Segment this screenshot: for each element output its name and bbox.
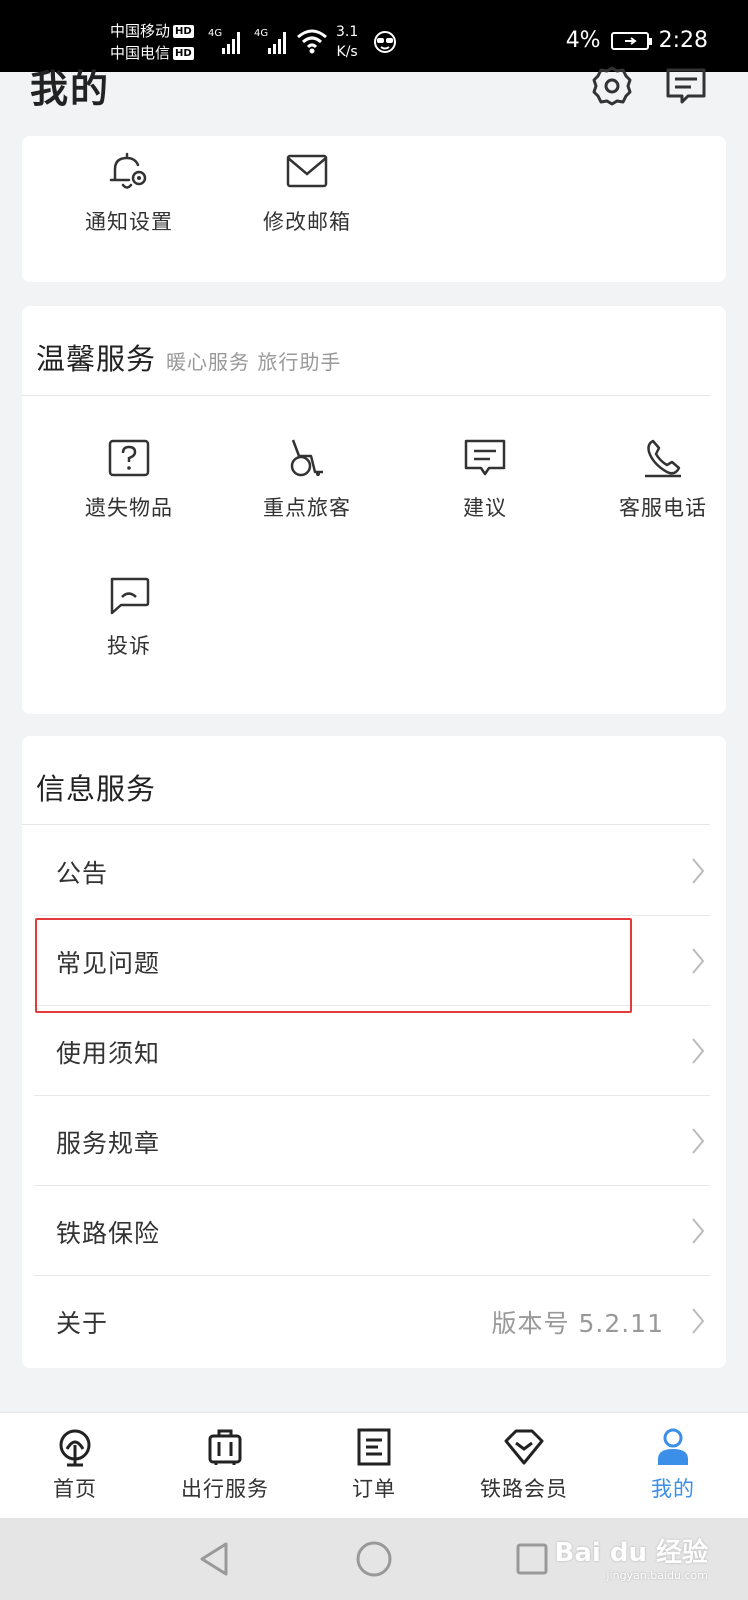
divider [22,824,710,825]
envelope-icon [286,154,328,188]
tab-railway-member[interactable]: 铁路会员 [449,1427,599,1503]
divider [22,395,710,396]
user-icon [658,1428,688,1465]
battery-icon [610,31,652,50]
tab-label: 首页 [53,1477,97,1501]
version-number: 版本号 5.2.11 [491,1309,664,1338]
chevron-right-icon [692,858,705,884]
chevron-right-icon [692,1128,705,1154]
chevron-right-icon [692,948,705,974]
watermark-text: Bai du 经验 [554,1538,709,1568]
page-title: 我的 [30,67,111,111]
wifi-icon [297,29,327,54]
tab-home[interactable]: 首页 [0,1427,150,1503]
status-right: 4% 2:28 [566,28,708,53]
tab-travel-service[interactable]: 出行服务 [150,1427,300,1503]
row-label: 铁路保险 [56,1219,161,1248]
row-label: 使用须知 [56,1039,161,1068]
notification-settings-item[interactable]: 通知设置 [44,150,214,236]
hd-badge: HD [173,47,194,60]
priority-passenger-label: 重点旅客 [263,496,351,520]
suggestion-icon [464,439,506,476]
tab-orders[interactable]: 订单 [299,1427,449,1503]
clock: 2:28 [658,28,708,53]
chevron-right-icon [692,1038,705,1064]
question-box-icon [108,439,150,477]
railway-logo-icon [59,1429,91,1467]
list-row-announcement[interactable]: 公告 [34,826,710,916]
carrier-info: 中国移动 HD 中国电信 HD [110,20,194,64]
change-email-item[interactable]: 修改邮箱 [222,150,392,236]
order-icon [357,1428,391,1466]
home-circle-icon[interactable] [355,1540,393,1578]
tab-mine[interactable]: 我的 [598,1427,748,1503]
row-label: 公告 [56,859,109,888]
recent-apps-square-icon[interactable] [514,1540,550,1578]
network-type-1: 4G [208,28,223,39]
tab-label: 铁路会员 [480,1477,568,1501]
phone-icon [645,439,681,478]
message-icon[interactable] [664,64,708,108]
network-type-2: 4G [254,28,269,39]
info-service-title: 信息服务 [36,772,157,806]
back-triangle-icon[interactable] [196,1540,232,1578]
bell-gear-icon [109,152,147,189]
lost-items-label: 遗失物品 [85,496,173,520]
list-row-railway-insurance[interactable]: 铁路保险 [34,1186,710,1276]
baidu-jingyan-watermark: Bai du 经验 jingyan.baidu.com [555,1532,709,1582]
complaint-label: 投诉 [107,634,151,658]
carrier-2: 中国电信 [110,44,171,62]
list-row-service-rules[interactable]: 服务规章 [34,1096,710,1186]
tab-label: 出行服务 [181,1477,269,1501]
settings-card: 通知设置 修改邮箱 [22,136,726,282]
row-label: 服务规章 [56,1129,161,1158]
row-label: 关于 [56,1309,109,1338]
speed-unit: K/s [336,44,358,60]
list-row-about[interactable]: 关于 版本号 5.2.11 [34,1276,710,1366]
change-email-label: 修改邮箱 [263,210,351,234]
info-service-card: 信息服务 公告 常见问题 使用须知 服务规章 铁路保险 关于 版本号 5.2.1… [22,736,726,1368]
speed-value: 3.1 [336,24,359,40]
customer-service-phone-label: 客服电话 [619,496,707,520]
carrier-1: 中国移动 [110,22,171,40]
hd-badge: HD [173,25,194,38]
list-row-usage-notice[interactable]: 使用须知 [34,1006,710,1096]
chevron-right-icon [692,1308,705,1334]
suggestion-item[interactable]: 建议 [400,438,570,522]
priority-passenger-item[interactable]: 重点旅客 [222,438,392,522]
warm-service-subtitle: 暖心服务 旅行助手 [166,350,342,374]
system-nav-bar: Bai du 经验 jingyan.baidu.com [0,1518,748,1600]
wheelchair-icon [290,439,323,477]
sunglasses-face-icon [374,31,396,53]
lost-items-item[interactable]: 遗失物品 [44,438,214,522]
luggage-icon [208,1429,242,1465]
watermark-url: jingyan.baidu.com [606,1569,708,1582]
gear-icon[interactable] [590,64,634,108]
tab-bar: 首页 出行服务 订单 铁路会员 我的 [0,1412,748,1518]
tab-label: 我的 [651,1477,695,1501]
chevron-right-icon [692,1218,705,1244]
warm-service-title: 温馨服务 [36,342,157,376]
tab-label: 订单 [352,1477,396,1501]
customer-service-phone-item[interactable]: 客服电话 [578,438,748,522]
notification-settings-label: 通知设置 [85,210,173,234]
suggestion-label: 建议 [463,496,507,520]
complaint-icon [110,577,150,615]
network-speed: 3.1 K/s [336,22,358,62]
battery-percent: 4% [565,28,601,53]
status-bar: 中国移动 HD 中国电信 HD 4G 4G 3.1 K/s 4% 2:28 [0,0,748,72]
complaint-item[interactable]: 投诉 [44,576,214,660]
warm-service-heading: 温馨服务 暖心服务 旅行助手 [36,336,341,378]
warm-service-card: 温馨服务 暖心服务 旅行助手 遗失物品 重点旅客 建议 客服电话 投诉 [22,306,726,714]
diamond-icon [504,1429,544,1465]
highlight-box [35,918,632,1013]
